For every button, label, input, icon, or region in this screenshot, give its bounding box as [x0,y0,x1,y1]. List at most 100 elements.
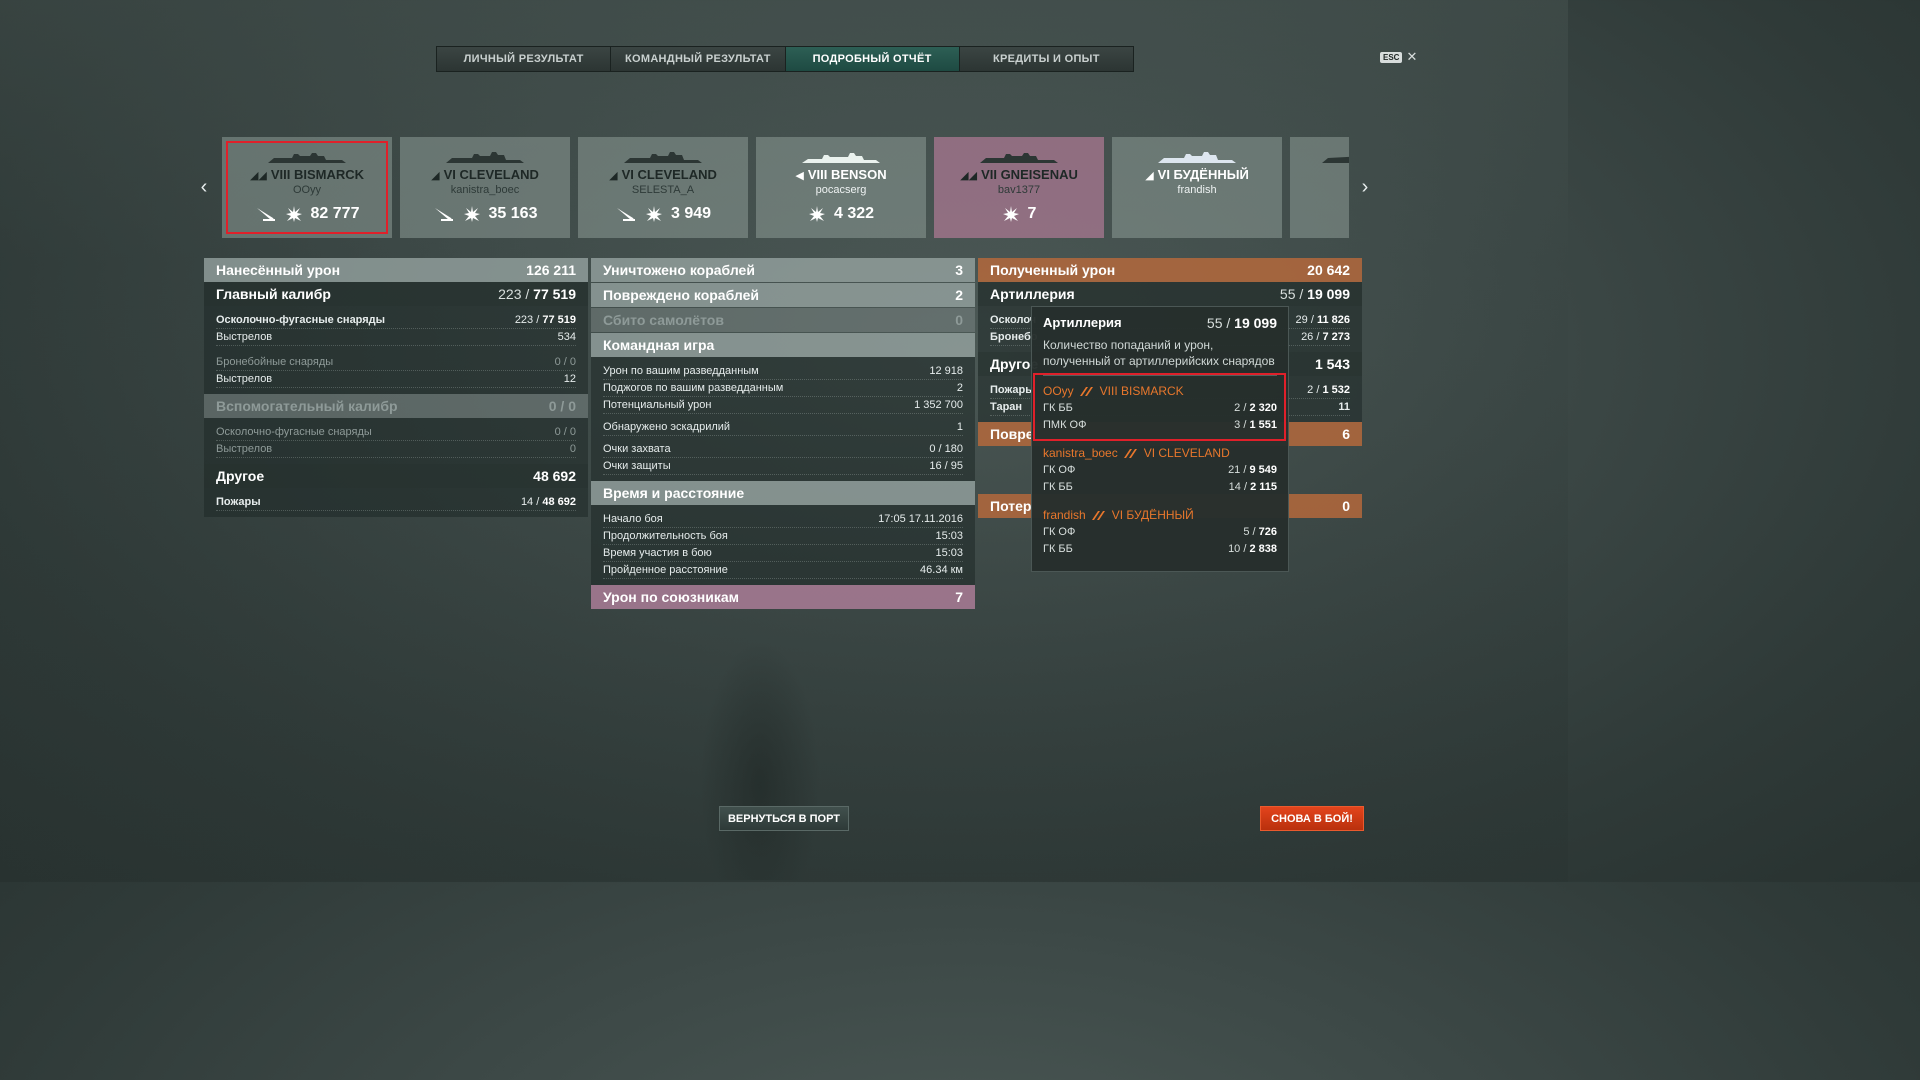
stat-row: Бронебойные снаряды 0 / 0 [216,354,576,371]
ship-silhouette-icon [624,152,702,163]
stat-row: Время участия в бою 15:03 [603,545,963,562]
attacker-name: frandish [1043,508,1086,522]
tooltip-description: Количество попаданий и урон, полученный … [1043,338,1275,368]
ship-class-icon: ◢ [609,170,618,182]
player-name: OOyy [292,184,322,196]
stat-row: Выстрелов 534 [216,329,576,346]
ship-silhouette-icon [1322,156,1349,163]
ship-name: VIII BISMARCK [270,167,365,182]
stat-row: Урон по вашим разведданным 12 918 [603,363,963,380]
carousel-prev-icon[interactable]: ‹ [196,176,212,199]
ship-card[interactable]: ◢ VI БУДЁННЫЙ frandish [1112,137,1282,238]
stat-row: Потенциальный урон 1 352 700 [603,397,963,414]
artillery-header[interactable]: Артиллерия 55 / 19 099 [978,282,1362,306]
tab-credits-xp[interactable]: КРЕДИТЫ И ОПЫТ [959,47,1133,71]
damage-burst-icon [1002,206,1019,222]
stat-row: Начало боя 17:05 17.11.2016 [603,511,963,528]
ship-class-icon: ◀ [795,170,804,182]
ship-silhouette-icon [446,152,524,163]
ship-class-icon: ◢◢ [960,170,978,182]
player-name: SELESTA_A [631,184,695,196]
damage-dealt-panel: Нанесённый урон 126 211 Главный калибр 2… [204,258,588,517]
stat-row: Очки защиты 16 / 95 [603,458,963,475]
stat-row: Поджогов по вашим разведданным 2 [603,380,963,397]
ship-name: VI CLEVELAND [443,167,539,182]
tab-detailed-report[interactable]: ПОДРОБНЫЙ ОТЧЁТ [785,47,960,71]
tooltip-row: ГК ББ 10 / 2 838 [1043,543,1277,555]
ship-class-icon: ◢◢ [249,170,267,182]
tooltip-row: ГК ОФ 5 / 726 [1043,526,1277,538]
stat-row: Продолжительность боя 15:03 [603,528,963,545]
main-battery-header: Главный калибр 223 / 77 519 [204,282,588,306]
time-distance-header: Время и расстояние [591,481,975,505]
ship-class-icon: ◢ [1145,170,1154,182]
damage-value: 35 163 [488,205,538,222]
stat-row: Очки захвата 0 / 180 [603,441,963,458]
ship-carousel: ◢◢ VIII BISMARCK OOyy 82 777 ◢ VI CLEVELAN… [222,137,1349,238]
teamplay-header: Командная игра [591,333,975,357]
ship-silhouette-icon [1158,152,1236,163]
ship-card[interactable]: ◢ VI CLEVELAND kanistra_boec 35 163 [400,137,570,238]
ally-damage-header: Урон по союзникам 7 [591,585,975,609]
damage-value: 3 949 [670,205,712,222]
enemy-ship-class-icon [1123,448,1137,458]
ships-destroyed-header: Уничтожено кораблей 3 [591,258,975,282]
damage-burst-icon [645,206,662,222]
damage-value: 82 777 [310,205,360,222]
carousel-next-icon[interactable]: › [1357,176,1373,199]
ship-card[interactable]: ◀ VIII BENSON pocacserg 4 322 [756,137,926,238]
close-button[interactable]: ESC ✕ [1380,49,1418,64]
esc-key-badge: ESC [1380,51,1403,63]
torpedo-icon [616,208,635,221]
ship-silhouette-icon [980,153,1058,163]
tooltip-attacker-group: kanistra_boec VI CLEVELAND ГК ОФ 21 / 9 5… [1043,444,1277,496]
ship-card-partial[interactable] [1290,137,1349,238]
close-icon: ✕ [1406,49,1418,64]
stat-row: Обнаружено эскадрилий 1 [603,419,963,436]
ship-name: VII GNEISENAU [981,167,1078,182]
return-to-port-button[interactable]: ВЕРНУТЬСЯ В ПОРТ [719,806,849,831]
damage-burst-icon [463,206,480,222]
ships-damaged-header: Повреждено кораблей 2 [591,283,975,307]
background-ship [700,640,820,880]
attacker-ship: VI БУДЁННЫЙ [1111,508,1194,522]
stat-row: Осколочно-фугасные снаряды 0 / 0 [216,424,576,441]
stat-row: Выстрелов 12 [216,371,576,388]
player-name: bav1377 [997,184,1041,196]
combat-summary-panel: Уничтожено кораблей 3 Повреждено кораблей… [591,258,975,609]
damage-burst-icon [808,206,825,222]
stat-row: Пройденное расстояние 46.34 км [603,562,963,579]
tooltip-row: ГК ОФ 21 / 9 549 [1043,464,1277,476]
ship-card[interactable]: ◢◢ VIII BISMARCK OOyy 82 777 [222,137,392,238]
damage-dealt-header: Нанесённый урон 126 211 [204,258,588,282]
damage-value: 7 [1027,205,1037,222]
damage-received-header: Полученный урон 20 642 [978,258,1362,282]
torpedo-icon [434,208,453,221]
ship-card[interactable]: ◢ VI CLEVELAND SELESTA_A 3 949 [578,137,748,238]
ship-name: VI CLEVELAND [621,167,717,182]
damage-burst-icon [285,206,302,222]
ship-card[interactable]: ◢◢ VII GNEISENAU bav1377 7 [934,137,1104,238]
tooltip-attacker-group: frandish VI БУДЁННЫЙ ГК ОФ 5 / 726 ГК ББ 1… [1043,506,1277,558]
player-name: frandish [1177,184,1217,196]
attacker-ship: VI CLEVELAND [1143,446,1230,460]
ship-silhouette-icon [802,153,880,163]
enemy-ship-class-icon [1091,510,1105,520]
tab-personal-result[interactable]: ЛИЧНЫЙ РЕЗУЛЬТАТ [437,47,612,71]
tab-team-result[interactable]: КОМАНДНЫЙ РЕЗУЛЬТАТ [611,47,786,71]
planes-shot-header: Сбито самолётов 0 [591,308,975,332]
player-name: pocacserg [815,184,867,196]
stat-row: Пожары 14 / 48 692 [216,494,576,511]
ship-name: VI БУДЁННЫЙ [1157,167,1249,182]
attacker-name: kanistra_boec [1043,446,1118,460]
stat-row: Осколочно-фугасные снаряды 223 / 77 519 [216,312,576,329]
damage-value: 4 322 [833,205,875,222]
other-header: Другое 48 692 [204,464,588,488]
tooltip-header: Артиллерия 55 / 19 099 [1043,315,1277,331]
stat-row: Выстрелов 0 [216,441,576,458]
battle-again-button[interactable]: СНОВА В БОЙ! [1260,806,1364,831]
torpedo-icon [256,208,275,221]
ship-name: VIII BENSON [807,167,887,182]
secondary-battery-header: Вспомогательный калибр 0 / 0 [204,394,588,418]
tooltip-row: ГК ББ 14 / 2 115 [1043,481,1277,493]
